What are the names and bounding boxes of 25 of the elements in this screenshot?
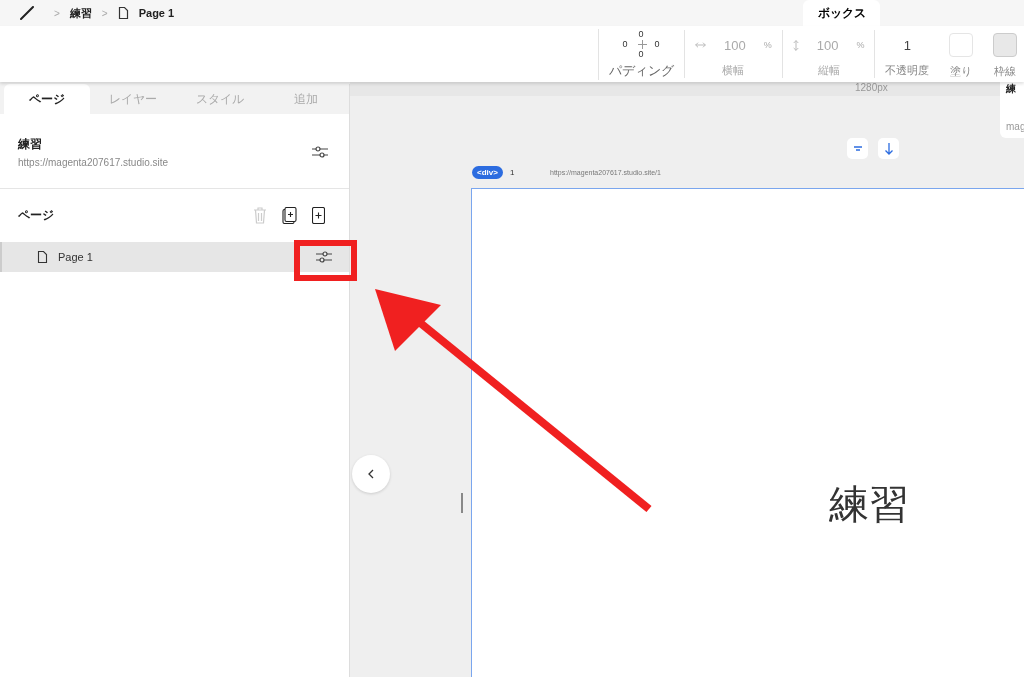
padding-control[interactable]: 0 0 0 0 (621, 28, 662, 59)
site-name: 練習 (18, 136, 43, 153)
field-label: 横幅 (722, 63, 745, 78)
pages-heading: ページ (18, 207, 54, 224)
field-label: 枠線 (994, 64, 1017, 79)
ruler-label: 1280px (855, 82, 888, 93)
site-url[interactable]: https://magenta207617.studio.site (18, 157, 169, 168)
element-tag[interactable]: <div> (472, 166, 503, 179)
breadcrumb-item[interactable]: 練習 (69, 5, 92, 21)
breadcrumb-separator: > (101, 7, 108, 19)
mode-tab[interactable]: ボックス (803, 0, 880, 26)
breadcrumb-item[interactable]: Page 1 (138, 7, 175, 19)
side-card[interactable]: 練 mag (1000, 82, 1024, 138)
padding-label: パディング (609, 61, 674, 80)
page-frame[interactable]: 練習 (471, 188, 1024, 677)
page-heading: 練習 (829, 481, 909, 528)
element-index: 1 (510, 168, 515, 177)
breadcrumb-separator: > (54, 7, 60, 19)
page-row[interactable]: Page 1 (0, 242, 349, 272)
field-label: 塗り (950, 64, 973, 79)
field-label: 縦幅 (817, 63, 840, 78)
opacity-field[interactable]: 1 (893, 30, 922, 60)
field-label: 不透明度 (885, 63, 930, 78)
page-name: Page 1 (58, 251, 93, 263)
sidebar-tab[interactable]: ページ (4, 84, 91, 114)
